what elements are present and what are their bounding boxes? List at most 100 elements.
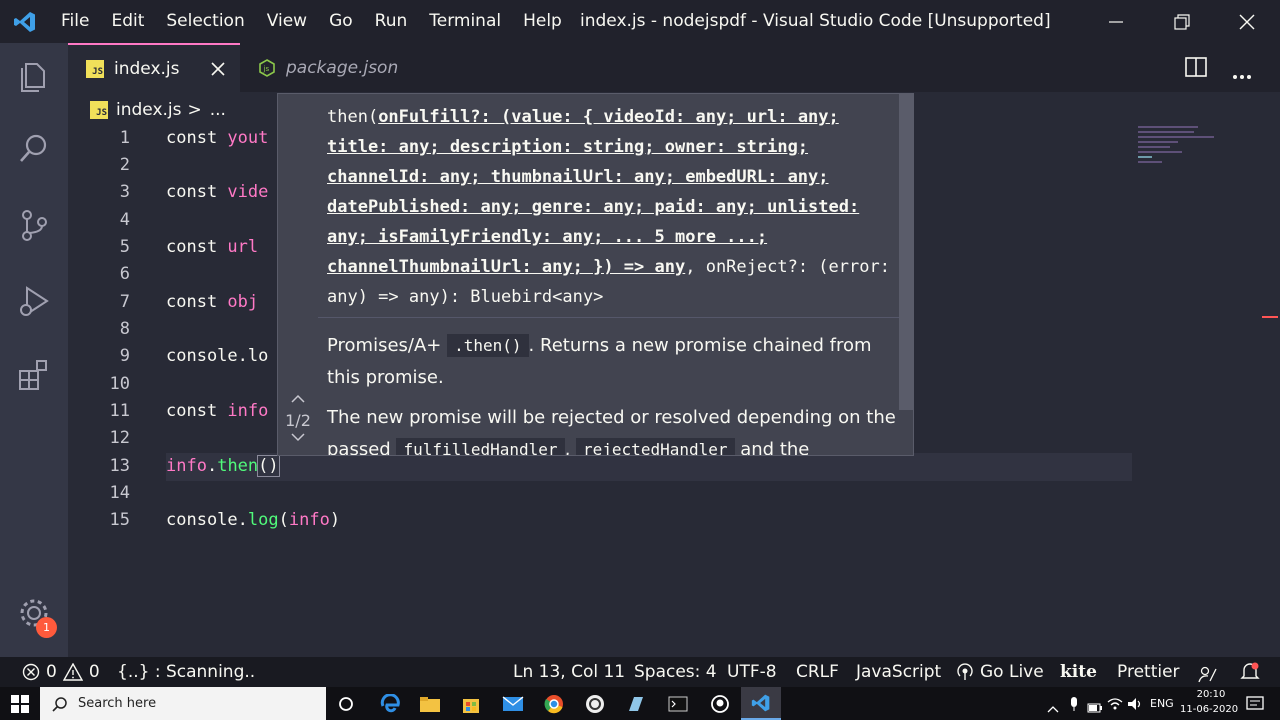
- line-number: 3: [119, 182, 130, 202]
- language-mode[interactable]: JavaScript: [856, 657, 941, 687]
- encoding[interactable]: UTF-8: [727, 657, 777, 687]
- current-line-highlight: [166, 453, 1132, 481]
- more-actions-icon[interactable]: [1232, 65, 1252, 84]
- code-line-9: console.lo: [166, 346, 269, 366]
- menu-help[interactable]: Help: [512, 0, 573, 43]
- line-number: 7: [119, 292, 130, 312]
- previous-overload-icon[interactable]: [278, 394, 318, 410]
- breadcrumb-more[interactable]: ...: [210, 100, 226, 120]
- breadcrumb: JS index.js > ...: [90, 96, 226, 124]
- cursor-position[interactable]: Ln 13, Col 11: [513, 657, 625, 687]
- code-line-15: console.log(info): [166, 510, 341, 530]
- menu-file[interactable]: File: [50, 0, 100, 43]
- broadcast-icon: [957, 663, 973, 680]
- tab-bar: JS index.js js package.json: [68, 43, 1280, 92]
- volume-icon[interactable]: [1127, 696, 1143, 715]
- explorer-icon[interactable]: [14, 55, 54, 95]
- line-number: 12: [109, 428, 130, 448]
- line-number: 15: [109, 510, 130, 530]
- tray-chevron-icon[interactable]: [1047, 698, 1059, 717]
- line-number: 14: [109, 483, 130, 503]
- chrome-icon[interactable]: [534, 687, 574, 720]
- popup-scrollbar[interactable]: [899, 94, 913, 410]
- line-number: 13: [109, 456, 130, 476]
- source-control-icon[interactable]: [14, 205, 54, 245]
- line-number: 5: [119, 237, 130, 257]
- clock-date[interactable]: 11-06-2020: [1180, 704, 1238, 715]
- end-of-line[interactable]: CRLF: [796, 657, 839, 687]
- menu-go[interactable]: Go: [318, 0, 364, 43]
- github-icon[interactable]: [700, 687, 740, 720]
- minimap[interactable]: [1136, 124, 1266, 184]
- code-line-7: const obj: [166, 292, 259, 312]
- run-debug-icon[interactable]: [14, 281, 54, 321]
- activity-bar: 1: [0, 43, 68, 657]
- edge-icon[interactable]: [370, 687, 410, 720]
- line-number: 11: [109, 401, 130, 421]
- settings-badge-count: 1: [43, 621, 50, 634]
- nodejs-file-icon: js: [258, 58, 276, 77]
- code-line-1: const yout: [166, 128, 269, 148]
- line-number: 8: [119, 319, 130, 339]
- line-number: 6: [119, 264, 130, 284]
- tab-index-js[interactable]: JS index.js: [68, 43, 240, 92]
- mail-icon[interactable]: [493, 687, 533, 720]
- indentation[interactable]: Spaces: 4: [634, 657, 717, 687]
- next-overload-icon[interactable]: [278, 432, 318, 448]
- status-bar: 0 0 {..} : Scanning.. Ln 13, Col 11 Spac…: [0, 657, 1280, 687]
- problems-indicator[interactable]: 0 0: [22, 657, 100, 687]
- overload-pager: 1/2: [278, 394, 318, 448]
- scanning-status[interactable]: {..} : Scanning..: [117, 657, 255, 687]
- windows-start-icon[interactable]: [0, 687, 40, 720]
- network-icon[interactable]: [1107, 696, 1123, 715]
- scrollbar-cursor-marker[interactable]: [1262, 316, 1278, 330]
- breadcrumb-separator: >: [187, 100, 202, 120]
- file-explorer-icon[interactable]: [410, 687, 450, 720]
- close-tab-icon[interactable]: [210, 61, 225, 76]
- documentation-text: Promises/A+ .then(). Returns a new promi…: [327, 330, 897, 455]
- action-center-icon[interactable]: [1246, 696, 1264, 716]
- terminal-app-icon[interactable]: [658, 687, 698, 720]
- code-line-5: const url: [166, 237, 259, 257]
- windows-taskbar: Search here ENG 20:10 11-06-2020: [0, 687, 1280, 720]
- svg-text:js: js: [263, 65, 270, 73]
- vscode-taskbar-icon[interactable]: [741, 687, 781, 720]
- close-window-button[interactable]: [1214, 0, 1280, 43]
- battery-icon[interactable]: [1087, 698, 1103, 717]
- menu-selection[interactable]: Selection: [155, 0, 255, 43]
- search-icon[interactable]: [14, 129, 54, 169]
- title-bar: File Edit Selection View Go Run Terminal…: [0, 0, 1280, 43]
- microphone-icon[interactable]: [1069, 696, 1079, 716]
- taskbar-search-box[interactable]: Search here: [40, 687, 326, 720]
- overload-count: 1/2: [285, 411, 311, 430]
- search-icon: [52, 696, 67, 712]
- breadcrumb-file[interactable]: index.js: [116, 100, 182, 120]
- go-live-button[interactable]: Go Live: [956, 657, 1044, 687]
- menu-run[interactable]: Run: [364, 0, 419, 43]
- kite-status[interactable]: kite: [1060, 657, 1097, 687]
- split-editor-icon[interactable]: [1185, 57, 1207, 81]
- cortana-icon[interactable]: [326, 687, 366, 720]
- menu-view[interactable]: View: [256, 0, 318, 43]
- popup-divider: [318, 317, 913, 318]
- signature-text: then(onFulfill?: (value: { videoId: any;…: [327, 107, 890, 307]
- clock-time[interactable]: 20:10: [1190, 689, 1232, 700]
- tab-label: package.json: [286, 57, 399, 78]
- tab-label: index.js: [114, 58, 180, 79]
- menu-terminal[interactable]: Terminal: [418, 0, 512, 43]
- obs-icon[interactable]: [575, 687, 615, 720]
- warning-icon: [62, 663, 83, 681]
- line-number: 10: [109, 374, 130, 394]
- signature-help-popup[interactable]: then(onFulfill?: (value: { videoId: any;…: [277, 93, 914, 456]
- input-language[interactable]: ENG: [1150, 697, 1174, 710]
- menu-edit[interactable]: Edit: [100, 0, 155, 43]
- code-line-3: const vide: [166, 182, 269, 202]
- prettier-status[interactable]: Prettier: [1117, 657, 1180, 687]
- extensions-icon[interactable]: [14, 355, 54, 395]
- restore-button[interactable]: [1149, 0, 1215, 43]
- tab-package-json[interactable]: js package.json: [240, 43, 430, 92]
- code-line-11: const info: [166, 401, 269, 421]
- store-icon[interactable]: [451, 687, 491, 720]
- minimize-button[interactable]: [1083, 0, 1149, 43]
- notes-app-icon[interactable]: [616, 687, 656, 720]
